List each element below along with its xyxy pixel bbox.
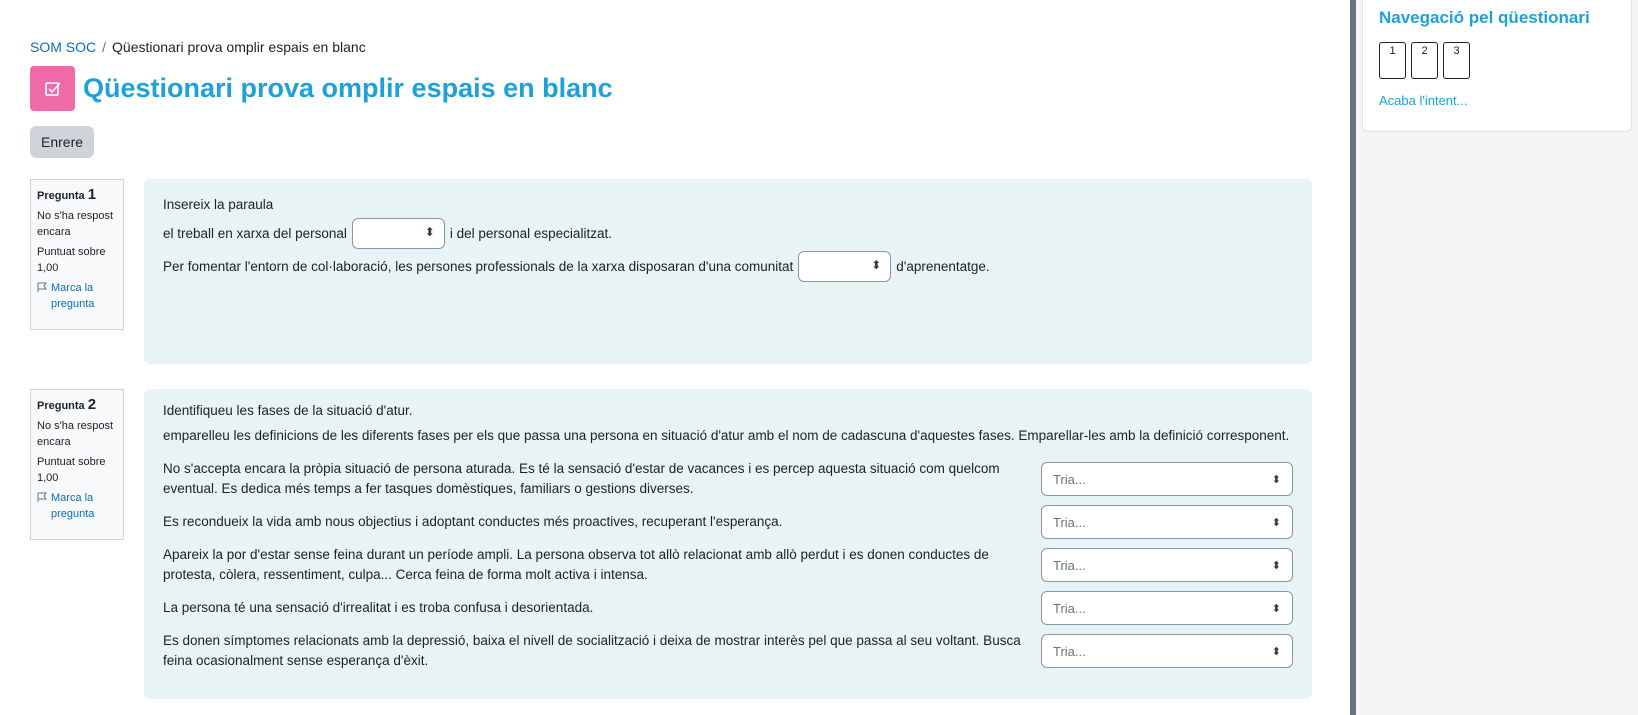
question-1-content: Insereix la paraula el treball en xarxa … [144,179,1312,364]
question-1-line-1: el treball en xarxa del personal i del p… [163,218,1293,249]
quiz-icon [30,66,75,111]
match-definition: No s'accepta encara la pròpia situació d… [163,461,1000,496]
question-1-info: Pregunta 1 No s'ha respost encara Puntua… [30,179,124,330]
blank-select-2[interactable] [798,251,892,282]
match-row: Es donen símptomes relacionats amb la de… [163,631,1293,671]
question-2-intro: Identifiqueu les fases de la situació d'… [163,403,413,418]
match-select[interactable]: Tria... ⬍ [1041,591,1293,625]
match-definition: La persona té una sensació d'irrealitat … [163,600,594,615]
question-2-content: Identifiqueu les fases de la situació d'… [144,389,1312,699]
question-2-flag-link[interactable]: Marca la pregunta [37,490,117,522]
select-placeholder: Tria... [1053,643,1086,659]
question-2-instruction: emparelleu les definicions de les difere… [163,428,1290,443]
blank-select-1[interactable] [351,218,445,249]
line-1-text-after: i del personal especialitzat. [449,226,612,241]
select-placeholder: Tria... [1053,514,1086,530]
question-2-state: No s'ha respost encara [37,420,114,448]
breadcrumb-separator: / [102,39,107,55]
flag-label: Marca la pregunta [51,492,95,520]
flag-label: Marca la pregunta [51,282,95,310]
question-1-grade: Puntuat sobre 1,00 [37,246,106,274]
question-label: Pregunta [37,400,85,412]
flag-icon [37,282,47,292]
line-2-text-before: Per fomentar l'entorn de col·laboració, … [163,259,794,274]
quiz-nav-button-2[interactable]: 2 [1411,42,1438,79]
match-select[interactable]: Tria... ⬍ [1041,548,1293,582]
page-title: Qüestionari prova omplir espais en blanc [83,73,613,103]
match-definition: Apareix la por d'estar sense feina duran… [163,547,989,582]
line-2-text-after: d'aprenentatge. [896,259,990,274]
quiz-nav-button-3[interactable]: 3 [1443,42,1470,79]
question-1-state: No s'ha respost encara [37,210,114,238]
breadcrumb: SOM SOC / Qüestionari prova omplir espai… [30,39,366,55]
select-placeholder: Tria... [1053,600,1086,616]
question-number: 2 [87,396,97,413]
quiz-nav-buttons: 1 2 3 [1379,42,1615,79]
line-1-text-before: el treball en xarxa del personal [163,226,347,241]
select-arrows-icon: ⬍ [1271,645,1281,658]
select-arrows-icon: ⬍ [1271,602,1281,615]
select-placeholder: Tria... [1053,557,1086,573]
question-2-number: Pregunta 2 [37,397,117,414]
question-number: 1 [87,186,97,203]
select-arrows-icon: ⬍ [1271,559,1281,572]
page-header: Qüestionari prova omplir espais en blanc [30,66,613,111]
match-definition: Es recondueix la vida amb nous objectius… [163,514,783,529]
select-arrows-icon: ⬍ [1271,516,1281,529]
flag-icon [37,492,47,502]
match-select[interactable]: Tria... ⬍ [1041,634,1293,668]
match-row: Apareix la por d'estar sense feina duran… [163,545,1293,585]
question-label: Pregunta [37,190,85,202]
question-1-line-2: Per fomentar l'entorn de col·laboració, … [163,251,1293,282]
main-region: SOM SOC / Qüestionari prova omplir espai… [0,0,1350,715]
question-2-info: Pregunta 2 No s'ha respost encara Puntua… [30,389,124,540]
match-select[interactable]: Tria... ⬍ [1041,505,1293,539]
match-row: No s'accepta encara la pròpia situació d… [163,459,1293,499]
match-definition: Es donen símptomes relacionats amb la de… [163,633,1021,668]
select-placeholder: Tria... [1053,471,1086,487]
question-2-grade: Puntuat sobre 1,00 [37,456,106,484]
match-select[interactable]: Tria... ⬍ [1041,462,1293,496]
breadcrumb-current: Qüestionari prova omplir espais en blanc [112,39,366,55]
back-button[interactable]: Enrere [30,126,95,158]
finish-attempt-link[interactable]: Acaba l'intent... [1379,93,1615,108]
match-row: La persona té una sensació d'irrealitat … [163,591,1293,625]
quiz-navigation-title: Navegació pel qüestionari [1379,8,1590,27]
match-row: Es recondueix la vida amb nous objectius… [163,505,1293,539]
quiz-navigation-block: Navegació pel qüestionari 1 2 3 Acaba l'… [1362,0,1632,132]
breadcrumb-course-link[interactable]: SOM SOC [30,39,96,55]
quiz-nav-button-1[interactable]: 1 [1379,42,1406,79]
select-arrows-icon: ⬍ [1271,473,1281,486]
question-1-flag-link[interactable]: Marca la pregunta [37,280,117,312]
question-1-intro: Insereix la paraula [163,197,274,212]
question-1-number: Pregunta 1 [37,187,117,204]
